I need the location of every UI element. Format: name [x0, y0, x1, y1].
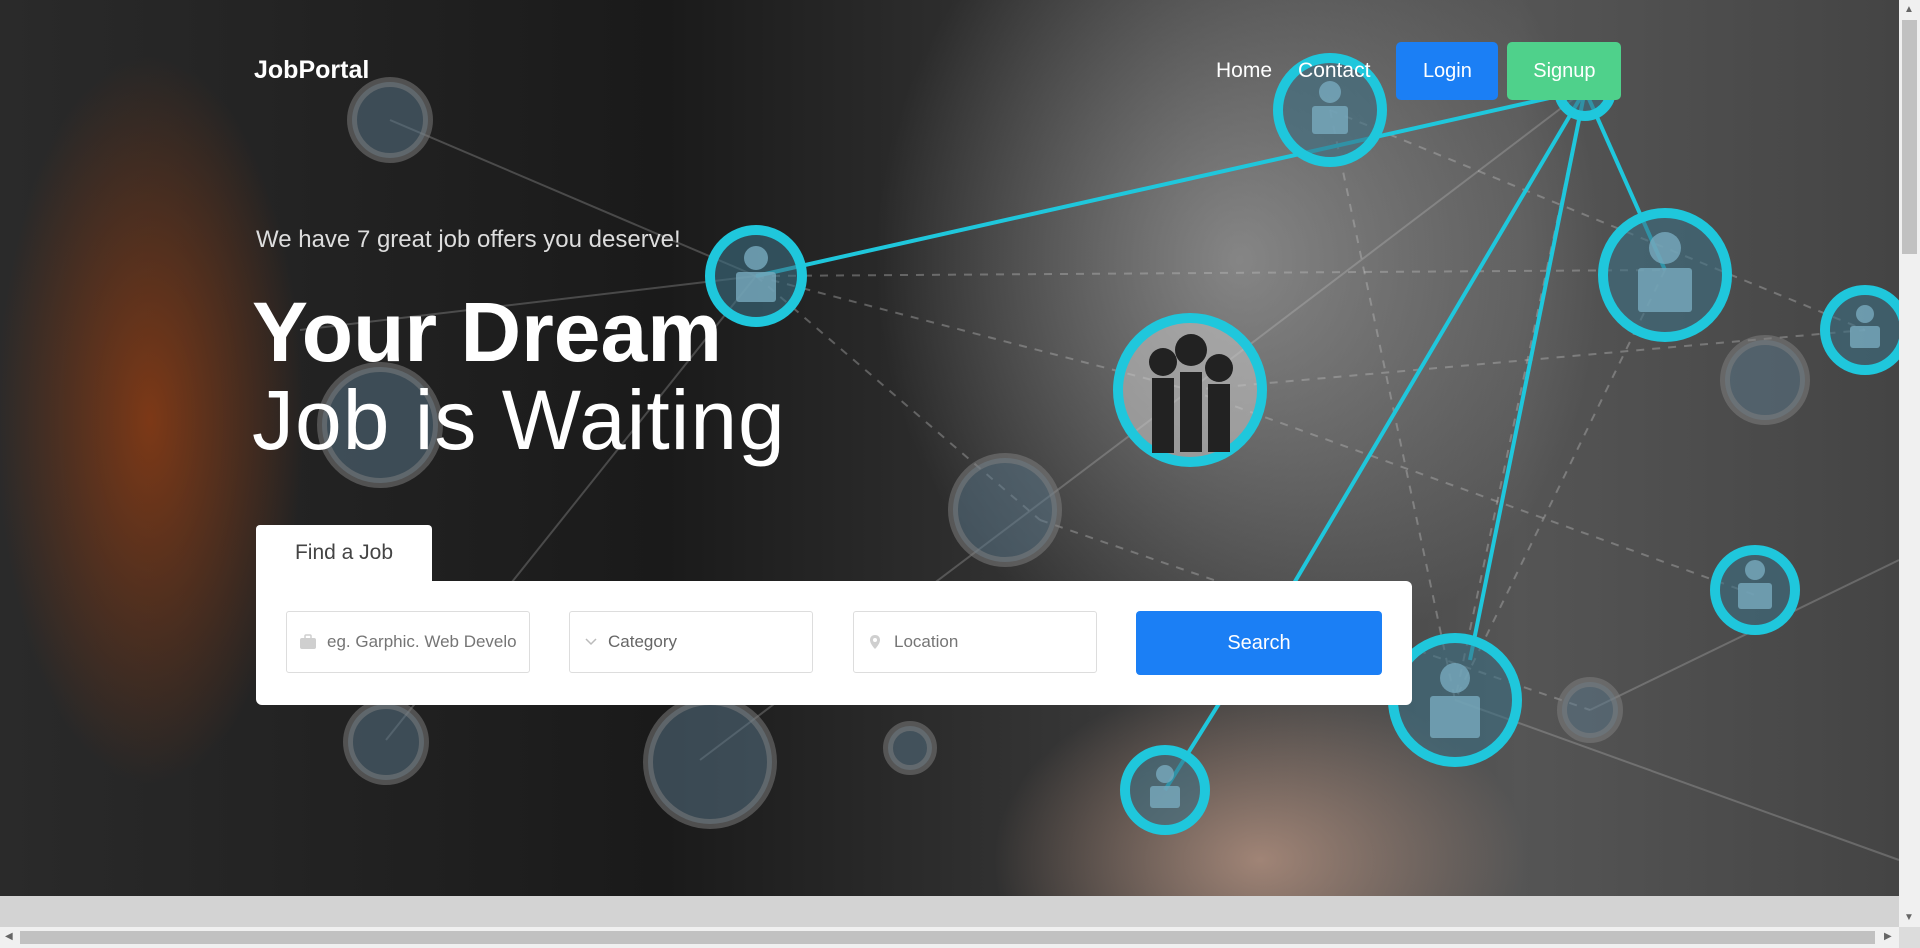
- job-search-form: Category Search: [256, 581, 1412, 705]
- scroll-right-icon[interactable]: ▶: [1884, 931, 1892, 942]
- page-below-hero: [0, 896, 1899, 927]
- hero-tagline: We have 7 great job offers you deserve!: [256, 226, 681, 253]
- scroll-left-icon[interactable]: ◀: [5, 931, 13, 942]
- map-pin-icon: [864, 634, 886, 650]
- scrollbar-corner: [1899, 927, 1920, 948]
- scroll-down-icon[interactable]: ▼: [1904, 912, 1914, 923]
- keyword-input[interactable]: [325, 631, 519, 653]
- vertical-scrollbar[interactable]: ▲ ▼: [1899, 0, 1920, 948]
- keyword-field[interactable]: [286, 611, 530, 673]
- tab-find-a-job[interactable]: Find a Job: [256, 525, 432, 581]
- location-input[interactable]: [892, 631, 1086, 653]
- login-button[interactable]: Login: [1396, 42, 1499, 100]
- search-button[interactable]: Search: [1136, 611, 1382, 675]
- hero-headline-bold: Your Dream: [252, 285, 722, 379]
- horizontal-scroll-thumb[interactable]: [20, 931, 1875, 944]
- nav-link-contact[interactable]: Contact: [1298, 42, 1370, 100]
- signup-button[interactable]: Signup: [1507, 42, 1622, 100]
- hero-section: JobPortal Home Contact Login Signup We h…: [0, 0, 1899, 896]
- main-nav: Home Contact Login Signup: [1216, 42, 1622, 100]
- category-placeholder: Category: [608, 632, 677, 651]
- location-field[interactable]: [853, 611, 1097, 673]
- horizontal-scrollbar[interactable]: ◀ ▶: [0, 927, 1899, 948]
- scroll-up-icon[interactable]: ▲: [1904, 4, 1914, 15]
- chevron-down-icon: [580, 637, 602, 647]
- briefcase-icon: [297, 634, 319, 650]
- nav-link-home[interactable]: Home: [1216, 42, 1272, 100]
- category-select[interactable]: Category: [569, 611, 813, 673]
- brand-logo[interactable]: JobPortal: [254, 56, 369, 85]
- hero-headline-light: Job is Waiting: [252, 373, 786, 467]
- vertical-scroll-thumb[interactable]: [1902, 20, 1917, 254]
